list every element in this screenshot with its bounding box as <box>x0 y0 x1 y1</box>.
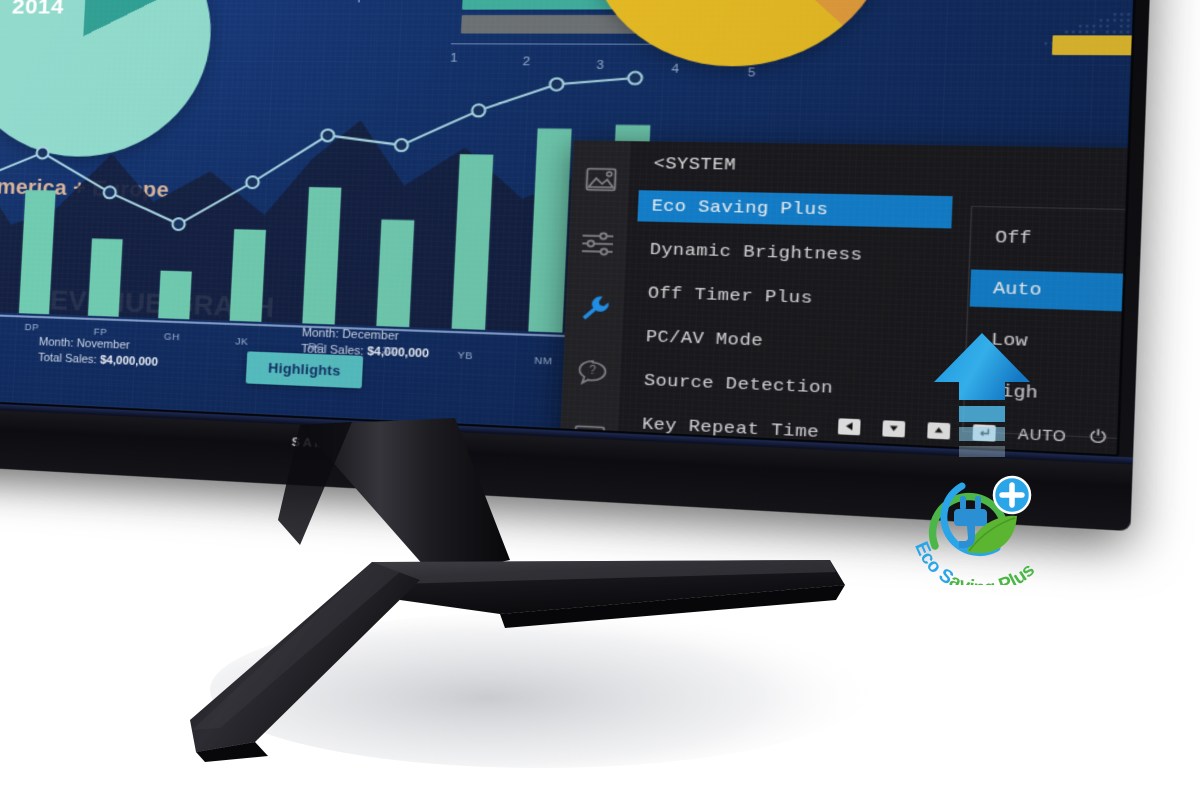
highlights-button[interactable]: Highlights <box>246 351 364 388</box>
revenue-point-JK <box>246 176 259 188</box>
help-cloud-icon[interactable]: ? <box>573 355 610 389</box>
stand-foot <box>196 742 268 762</box>
revenue-bar-JK <box>230 229 267 322</box>
bar-group-africa-secondary: 23,879 <box>1051 35 1137 71</box>
osd-menu-item-label: Off Timer Plus <box>647 284 813 308</box>
osd-option-label: Off <box>995 228 1032 249</box>
brand-logo: SAMSUNG <box>291 436 375 453</box>
pie-2014-year-label: 2014 <box>11 0 64 20</box>
revenue-bar-GH <box>158 271 192 320</box>
revenue-point-DP <box>36 147 48 159</box>
osd-menu-item-off-timer-plus[interactable]: Off Timer Plus <box>634 277 950 319</box>
revenue-point-YB <box>472 104 486 116</box>
xtick-5: 5 <box>747 66 755 80</box>
osd-option-list: Off Auto Low High <box>972 207 1138 212</box>
osd-menu-item-dynamic-brightness[interactable]: Dynamic Brightness <box>635 234 950 274</box>
svg-text:?: ? <box>588 365 596 378</box>
bar-group-label-europe: Europe <box>325 0 375 2</box>
wrench-icon[interactable] <box>576 291 613 324</box>
revenue-x-label-3C: 3C <box>382 345 397 356</box>
revenue-x-label-FP: FP <box>93 326 107 337</box>
sales-value-november: $4,000,000 <box>100 354 158 369</box>
revenue-point-QW <box>628 72 642 84</box>
revenue-x-label-JK: JK <box>235 335 249 346</box>
sales-label-november: Total Sales: <box>38 351 97 366</box>
stand-leg-right-edge <box>500 585 845 628</box>
revenue-x-label-NM: NM <box>534 355 553 367</box>
sliders-icon[interactable] <box>579 227 616 260</box>
osd-menu-item-label: Eco Saving Plus <box>651 197 828 220</box>
osd-menu-item-eco-saving-plus[interactable]: Eco Saving Plus <box>637 190 952 228</box>
stand-leg-right-top <box>372 560 836 584</box>
bar-africa-5: 23,879 <box>1052 35 1138 56</box>
upward-arrow-icon <box>927 330 1037 460</box>
stand-leg-right <box>372 560 845 614</box>
revenue-point-FP <box>103 187 116 199</box>
eco-badge: Eco Saving Plus <box>905 460 1055 585</box>
eco-saving-plus-logo: Eco Saving Plus <box>895 330 1070 585</box>
osd-breadcrumb[interactable]: <SYSTEM <box>653 155 736 175</box>
stand-shadow <box>210 612 870 768</box>
osd-menu-item-label: Source Detection <box>644 371 834 398</box>
revenue-bar-3C <box>376 219 414 327</box>
revenue-bar-RG <box>302 187 341 324</box>
osd-option-off[interactable]: Off <box>972 219 1138 263</box>
osd-option-auto[interactable]: Auto <box>970 269 1138 315</box>
osd-menu-item-label: PC/AV Mode <box>646 327 764 350</box>
revenue-bar-FP <box>88 238 123 316</box>
revenue-point-RG <box>321 129 334 141</box>
revenue-point-GH <box>172 218 185 230</box>
month-card-november: Month: November Total Sales: $4,000,000 <box>38 335 159 371</box>
revenue-x-label-DP: DP <box>24 322 39 333</box>
screenshot-root: 2014 America + Europe America 23,879 23,… <box>0 0 1200 790</box>
osd-option-label: Auto <box>993 279 1042 300</box>
sales-value-december: $4,000,000 <box>367 345 429 360</box>
osd-menu-item-label: Dynamic Brightness <box>649 240 863 265</box>
revenue-point-NM <box>550 78 564 90</box>
stand-leg-left <box>190 562 420 752</box>
power-button[interactable]: ⏻ <box>1089 428 1106 446</box>
stand-leg-left-top <box>192 562 400 730</box>
revenue-x-label-RG: RG <box>308 340 325 351</box>
month-value-november: November <box>76 337 130 352</box>
revenue-x-label-YB: YB <box>457 350 473 362</box>
bar-group-africa: $13,500,000 218 23,879 23,879 <box>1053 0 1138 29</box>
revenue-x-label-GH: GH <box>164 331 181 342</box>
left-arrow-button[interactable] <box>837 418 860 435</box>
picture-icon[interactable] <box>582 163 619 196</box>
month-label-november: Month: <box>39 336 74 350</box>
revenue-point-3C <box>395 139 408 151</box>
